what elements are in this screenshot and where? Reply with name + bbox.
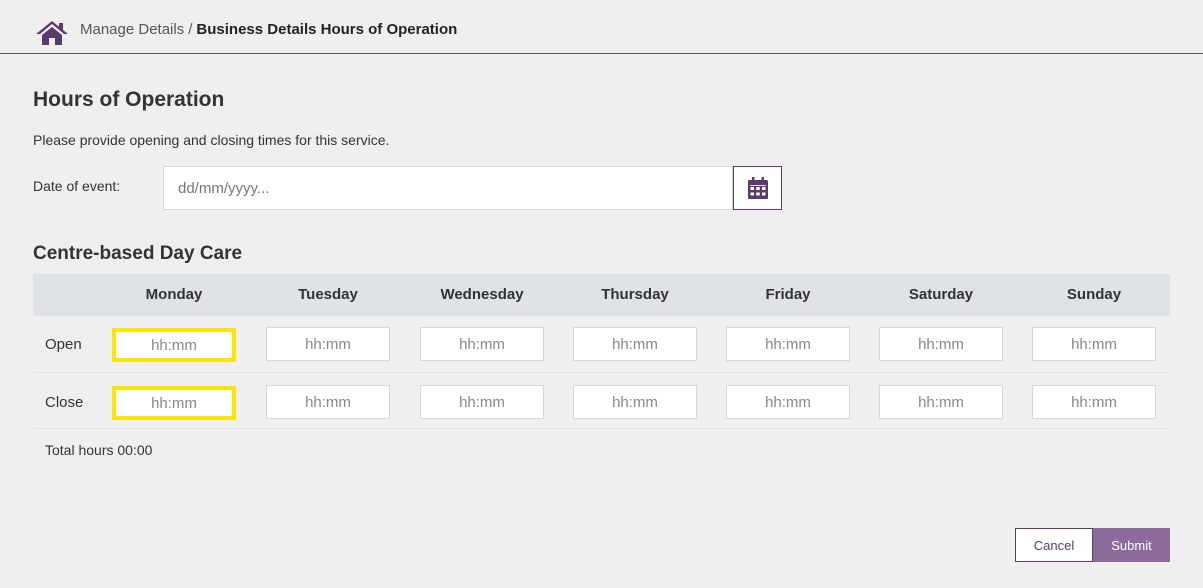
date-of-event-input[interactable] [163,166,733,210]
row-divider [33,428,1170,429]
calendar-icon [747,177,768,199]
open-row-label: Open [45,336,82,353]
breadcrumb-parent-link[interactable]: Manage Details [80,21,184,38]
open-time-saturday[interactable] [879,327,1003,361]
page-title: Hours of Operation [33,88,225,111]
date-of-event-label: Date of event: [33,178,121,194]
open-time-wednesday[interactable] [420,327,544,361]
day-header-monday: Monday [145,286,203,303]
section-title: Centre-based Day Care [33,243,243,264]
cancel-button[interactable]: Cancel [1015,528,1093,562]
day-header-thursday: Thursday [601,286,669,303]
calendar-button[interactable] [733,166,782,210]
close-time-tuesday[interactable] [266,385,390,419]
breadcrumb-separator: / [188,21,193,38]
day-header-tuesday: Tuesday [298,286,358,303]
close-row-label: Close [45,394,84,411]
day-header-saturday: Saturday [908,286,974,303]
days-header: Monday Tuesday Wednesday Thursday Friday… [33,274,1170,316]
home-icon[interactable] [36,20,68,46]
total-hours: Total hours 00:00 [45,442,153,458]
open-time-monday[interactable] [112,328,236,362]
open-time-thursday[interactable] [573,327,697,361]
row-divider [33,372,1170,373]
close-time-wednesday[interactable] [420,385,544,419]
day-header-sunday: Sunday [1066,286,1122,303]
submit-button[interactable]: Submit [1093,528,1170,562]
instructions-text: Please provide opening and closing times… [33,132,390,148]
open-time-sunday[interactable] [1032,327,1156,361]
day-header-wednesday: Wednesday [440,286,524,303]
breadcrumb: Manage Details / Business Details Hours of… [80,21,457,38]
day-header-friday: Friday [765,286,811,303]
breadcrumb-current: Business Details Hours of Operation [196,21,458,38]
close-time-sunday[interactable] [1032,385,1156,419]
top-bar: Manage Details / Business Details Hours of… [0,0,1203,54]
open-time-tuesday[interactable] [266,327,390,361]
close-time-saturday[interactable] [879,385,1003,419]
close-time-thursday[interactable] [573,385,697,419]
close-time-friday[interactable] [726,385,850,419]
close-time-monday[interactable] [112,386,236,420]
open-time-friday[interactable] [726,327,850,361]
